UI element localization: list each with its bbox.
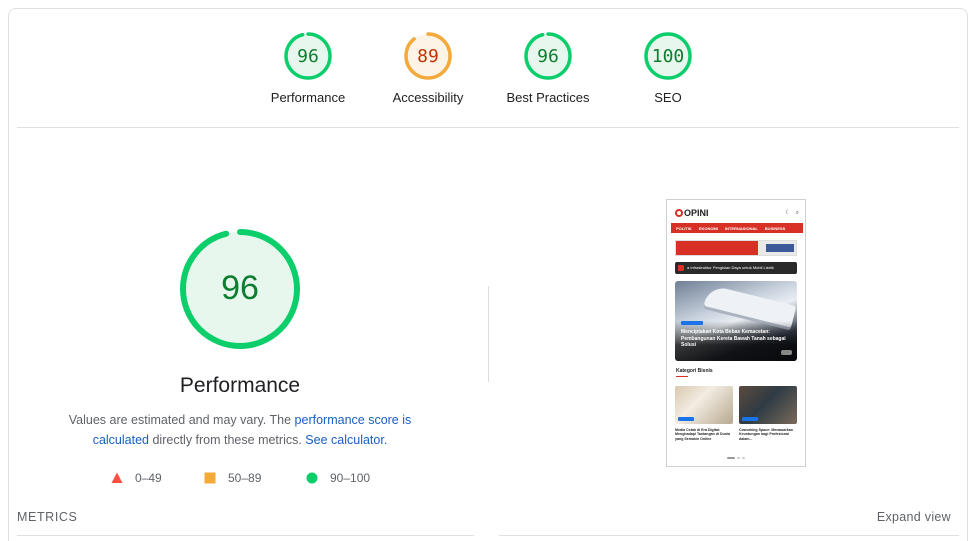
gauge-performance-ring: 96 [284, 32, 332, 80]
site-logo: OPINI [675, 208, 709, 218]
legend-average: 50–89 [204, 470, 261, 486]
svg-text:89: 89 [417, 46, 439, 67]
gauge-best-practices-label: Best Practices [506, 90, 590, 105]
description-text: Values are estimated and may vary. The [68, 413, 295, 427]
gauge-performance-label: Performance [270, 90, 346, 105]
gauge-accessibility-ring: 89 [404, 32, 452, 80]
gauge-seo[interactable]: 100 SEO [608, 31, 728, 105]
triangle-icon [111, 472, 123, 483]
moon-search-icons: ☾ ⌕ [785, 210, 799, 216]
article-card-text: Media Cetak di Era Digital: Menghadapi T… [675, 428, 731, 441]
gauge-accessibility-label: Accessibility [392, 90, 464, 105]
article-card-text: Coworking Space: Menawarkan Keuntungan b… [739, 428, 793, 441]
legend-average-range: 50–89 [228, 471, 262, 485]
metrics-divider [17, 535, 474, 536]
category-gauges: 96 Performance 89 Accessibility 96 Best … [0, 0, 978, 128]
svg-text:96: 96 [297, 46, 319, 67]
site-nav: POLITIK EKONOMI INTERNASIONAL BUSINESS [671, 223, 803, 233]
svg-text:96: 96 [221, 269, 259, 307]
performance-big-gauge: 96 [180, 229, 300, 349]
circle-icon [306, 472, 318, 484]
vertical-divider [488, 286, 489, 382]
gauge-seo-ring: 100 [644, 32, 692, 80]
gauge-performance[interactable]: 96 Performance [248, 31, 368, 105]
hero-image: Menciptakan Kota Bebas Kemacetan: Pemban… [675, 281, 797, 361]
gauge-best-practices-ring: 96 [524, 32, 572, 80]
hero-caption: Menciptakan Kota Bebas Kemacetan: Pemban… [681, 329, 786, 348]
article-card-image [675, 386, 733, 424]
section-underline [676, 376, 688, 377]
carousel-dots [727, 457, 745, 459]
legend-fail-range: 0–49 [135, 471, 162, 485]
article-card-image [739, 386, 797, 424]
description-text-middle: directly from these metrics. [149, 433, 306, 447]
svg-text:100: 100 [652, 46, 685, 67]
site-header: OPINI ☾ ⌕ [667, 200, 805, 224]
legend-pass-range: 90–100 [330, 471, 371, 485]
svg-text:96: 96 [537, 46, 559, 67]
gauge-best-practices[interactable]: 96 Best Practices [488, 31, 608, 105]
legend-pass: 90–100 [306, 470, 370, 486]
section-title: Kategori Bisnis [676, 368, 713, 374]
see-calculator-link[interactable]: See calculator. [305, 433, 387, 447]
performance-title: Performance [179, 374, 301, 397]
performance-description: Values are estimated and may vary. The p… [60, 410, 420, 450]
gauge-seo-label: SEO [654, 90, 682, 105]
metrics-heading: METRICS [17, 510, 78, 524]
header-divider [17, 127, 959, 128]
square-icon [204, 472, 216, 484]
site-banner [675, 240, 797, 256]
expand-view-button[interactable]: Expand view [877, 510, 951, 524]
final-screenshot[interactable]: OPINI ☾ ⌕ POLITIK EKONOMI INTERNASIONAL … [666, 199, 806, 467]
site-ticker: a Infrastruktur Pengisian Daya untuk Mob… [675, 262, 797, 274]
metrics-divider [499, 535, 959, 536]
legend-fail: 0–49 [111, 470, 162, 486]
gauge-accessibility[interactable]: 89 Accessibility [368, 31, 488, 105]
